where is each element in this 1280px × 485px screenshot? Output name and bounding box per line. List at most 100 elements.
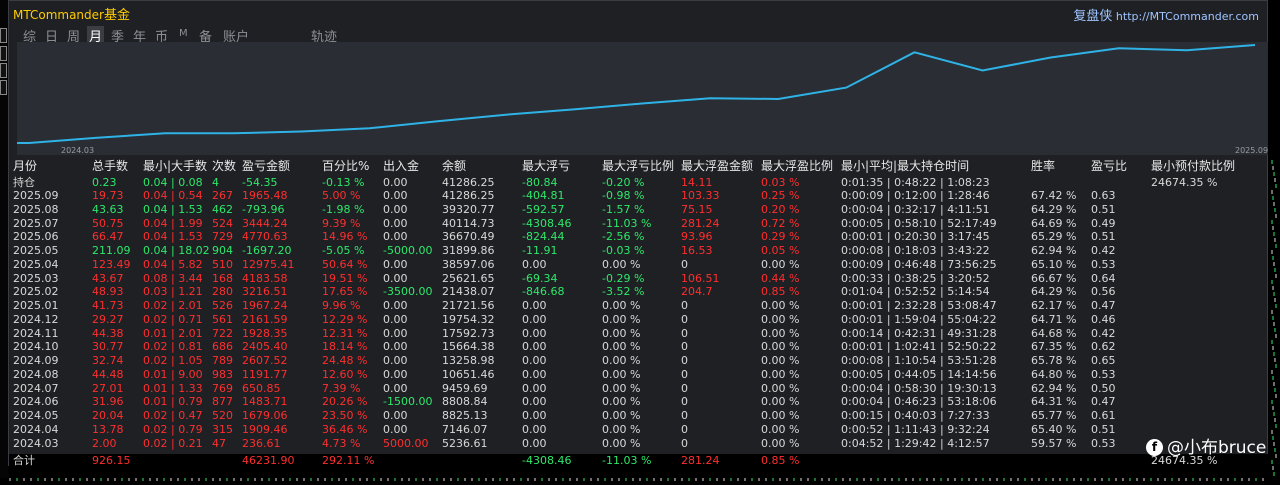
cell-hold-time: 0:04:52 | 1:29:42 | 4:12:57 [841, 437, 990, 450]
column-header: 百分比% [322, 160, 369, 173]
cell-float-profit-pct: 0.00 % [761, 327, 799, 340]
toolbar-mini-button[interactable] [0, 63, 7, 78]
cell-flow: -3500.00 [383, 285, 432, 298]
cell-float-profit-pct: 0.05 % [761, 244, 799, 257]
table-row[interactable]: 2025.0750.750.04 | 1.995243444.249.39 %0… [9, 217, 1269, 230]
toolbar-mini-button[interactable] [0, 28, 7, 43]
cell-pl: 0.42 [1091, 327, 1116, 340]
table-row[interactable]: 2025.0141.730.02 | 2.015261967.249.96 %0… [9, 299, 1269, 312]
cell-count: 729 [212, 230, 233, 243]
cell-minmax: 0.04 | 0.08 [143, 176, 203, 189]
equity-series-line [17, 45, 1255, 143]
cell-minmax: 0.01 | 2.01 [143, 327, 203, 340]
cell-lots: 66.47 [92, 230, 124, 243]
cell-count: 47 [212, 437, 226, 450]
cell-month: 2025.01 [13, 299, 59, 312]
stats-panel: MTCommander基金 复盘侠 http://MTCommander.com… [8, 0, 1268, 466]
cell-flow: 0.00 [383, 258, 408, 271]
brand-cn: 基金 [104, 8, 130, 23]
table-row[interactable]: 2025.0248.930.03 | 1.212803216.5117.65 %… [9, 285, 1269, 298]
table-row[interactable]: 2024.0932.740.02 | 1.057892607.5224.48 %… [9, 354, 1269, 367]
table-row[interactable]: 2024.032.000.02 | 0.2147236.614.73 %5000… [9, 437, 1269, 450]
cell-float-loss-pct: 0.00 % [602, 258, 640, 271]
cell-win: 65.40 % [1031, 423, 1076, 436]
cell-float-loss: -592.57 [522, 203, 564, 216]
column-header: 盈亏金额 [242, 160, 290, 173]
table-row[interactable]: 2024.0727.010.01 | 1.33769650.857.39 %0.… [9, 382, 1269, 395]
author-logo-icon: f [1146, 439, 1163, 456]
cell-float-loss-pct: 0.00 % [602, 327, 640, 340]
table-row[interactable]: 2025.0343.670.08 | 3.441684183.5819.51 %… [9, 272, 1269, 285]
cell-hold-time: 0:00:04 | 0:32:17 | 4:11:51 [841, 203, 990, 216]
cell-float-loss: 0.00 [522, 258, 547, 271]
cell-hold-time: 0:00:33 | 0:38:25 | 3:20:52 [841, 272, 990, 285]
cell-pnl: 1909.46 [242, 423, 288, 436]
cell-float-loss-pct: 0.00 % [602, 395, 640, 408]
cell-float-loss-pct: 0.00 % [602, 409, 640, 422]
cell-pnl: 2405.40 [242, 340, 288, 353]
x-tick-label-end: 2025.09 [1235, 146, 1268, 155]
cell-flow: 5000.00 [383, 437, 429, 450]
cell-float-profit: 106.51 [681, 272, 720, 285]
toolbar-mini-button[interactable] [0, 46, 7, 61]
column-header: 出入金 [383, 160, 419, 173]
cell-month: 2024.08 [13, 368, 59, 381]
table-row[interactable]: 2024.1229.270.02 | 0.715612161.5912.29 %… [9, 313, 1269, 326]
table-row[interactable]: 2024.1030.770.02 | 0.816862405.4018.14 %… [9, 340, 1269, 353]
cell-pnl: -793.96 [242, 203, 284, 216]
cell-count: 520 [212, 409, 233, 422]
cell-win: 64.71 % [1031, 313, 1076, 326]
cell-float-profit: 0 [681, 258, 688, 271]
cell-win: 64.80 % [1031, 368, 1076, 381]
cell-balance: 21438.07 [442, 285, 495, 298]
cell-float-loss: -846.68 [522, 285, 564, 298]
cell-float-profit: 16.53 [681, 244, 713, 257]
cell-hold-time: 0:00:09 | 0:46:48 | 73:56:25 [841, 258, 997, 271]
cell-float-profit: 0 [681, 437, 688, 450]
cell-lots: 2.00 [92, 437, 117, 450]
table-row[interactable]: 2025.05211.090.04 | 18.02904-1697.20-5.0… [9, 244, 1269, 257]
cell-float-loss: -4308.46 [522, 217, 571, 230]
cell-pl: 0.47 [1091, 299, 1116, 312]
right-brand[interactable]: 复盘侠 http://MTCommander.com [1073, 5, 1259, 24]
cell-win: 65.78 % [1031, 354, 1076, 367]
cell-float-loss: 0.00 [522, 368, 547, 381]
cell-pnl: 4183.58 [242, 272, 288, 285]
cell-float-loss: -11.91 [522, 244, 557, 257]
cell-win: 65.10 % [1031, 258, 1076, 271]
toolbar-mini-button[interactable] [0, 80, 7, 95]
cell-minmax: 0.02 | 0.79 [143, 423, 203, 436]
cell-float-profit-pct: 0.72 % [761, 217, 799, 230]
table-row[interactable]: 2025.0843.630.04 | 1.53462-793.96-1.98 %… [9, 203, 1269, 216]
cell-pct: 7.39 % [322, 382, 360, 395]
cell-float-profit: 93.96 [681, 230, 713, 243]
cell-float-profit: 14.11 [681, 176, 713, 189]
table-row[interactable]: 2024.0844.480.01 | 9.009831191.7712.60 %… [9, 368, 1269, 381]
tab-m[interactable]: M [179, 28, 188, 39]
cell-flow: 0.00 [383, 176, 408, 189]
table-row[interactable]: 2024.0413.780.02 | 0.793151909.4636.46 %… [9, 423, 1269, 436]
cell-count: 280 [212, 285, 233, 298]
table-row[interactable]: 2024.1144.380.01 | 2.017221928.3512.31 %… [9, 327, 1269, 340]
cell-pl: 0.62 [1091, 340, 1116, 353]
cell-month: 2025.02 [13, 285, 59, 298]
right-brand-url[interactable]: http://MTCommander.com [1116, 10, 1259, 23]
cell-float-loss: 0.00 [522, 423, 547, 436]
table-row[interactable]: 2025.0919.730.04 | 0.542671965.485.00 %0… [9, 189, 1269, 202]
cell-lots: 43.63 [92, 203, 124, 216]
table-row[interactable]: 2025.04123.490.04 | 5.8251012975.4150.64… [9, 258, 1269, 271]
cell-float-profit: 0 [681, 395, 688, 408]
table-row[interactable]: 2024.0520.040.02 | 0.475201679.0623.50 %… [9, 409, 1269, 422]
cell-float-loss: -824.44 [522, 230, 564, 243]
cell-pnl: 1965.48 [242, 189, 288, 202]
table-row[interactable]: 2025.0666.470.04 | 1.537294770.6314.96 %… [9, 230, 1269, 243]
cell-balance: 10651.46 [442, 368, 495, 381]
table-row[interactable]: 2024.0631.960.01 | 0.798771483.7120.26 %… [9, 395, 1269, 408]
cell-pct: 4.73 % [322, 437, 360, 450]
cell-win: 64.31 % [1031, 395, 1076, 408]
cell-pct: 9.39 % [322, 217, 360, 230]
cell-float-profit: 0 [681, 423, 688, 436]
cell-float-profit: 103.33 [681, 189, 720, 202]
cell-float-profit: 0 [681, 368, 688, 381]
cell-pct: 5.00 % [322, 189, 360, 202]
